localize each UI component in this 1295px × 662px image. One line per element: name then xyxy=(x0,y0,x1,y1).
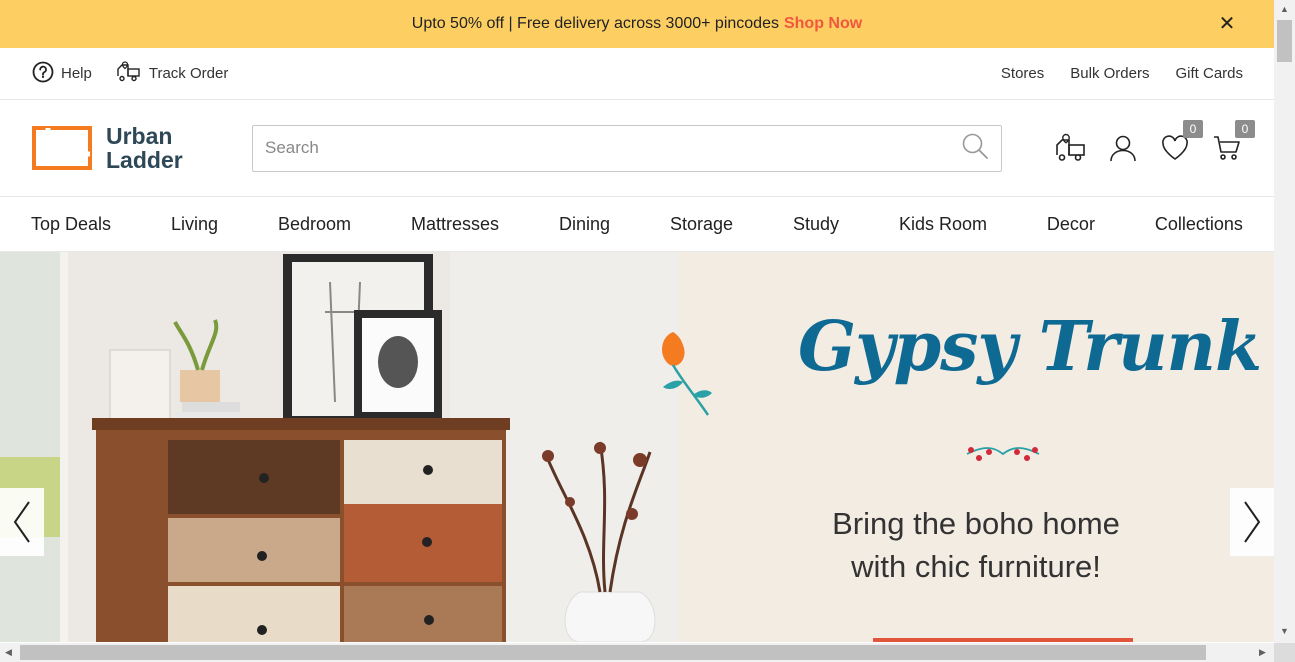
search-icon[interactable] xyxy=(961,132,989,165)
stores-link[interactable]: Stores xyxy=(1001,65,1044,82)
hero-banner-panel: Gypsy Trunk Bring the boho home with chi… xyxy=(662,252,1274,642)
nav-dining[interactable]: Dining xyxy=(559,214,610,235)
promo-text: Upto 50% off | Free delivery across 3000… xyxy=(411,15,779,32)
gift-cards-link[interactable]: Gift Cards xyxy=(1175,65,1243,82)
brand-title: Gypsy Trunk xyxy=(798,307,1262,387)
hero-tagline-line1: Bring the boho home xyxy=(832,506,1120,541)
close-promo-button[interactable]: ✕ xyxy=(1216,12,1238,35)
scroll-right-icon[interactable]: ▶ xyxy=(1259,647,1266,658)
help-link[interactable]: Help xyxy=(32,61,92,87)
search-input[interactable] xyxy=(265,138,961,158)
shop-now-link[interactable]: Shop Now xyxy=(784,15,862,33)
store-locator-button[interactable] xyxy=(1055,132,1087,164)
scroll-up-icon[interactable]: ▲ xyxy=(1280,4,1289,14)
carousel-prev-button[interactable] xyxy=(0,488,44,556)
nav-storage[interactable]: Storage xyxy=(670,214,733,235)
utility-bar: Help Track Order Stores Bulk Orders Gift… xyxy=(0,48,1274,100)
berry-decoration-icon xyxy=(966,447,1040,461)
logo-mark-icon xyxy=(32,126,92,170)
nav-kids-room[interactable]: Kids Room xyxy=(899,214,987,235)
horizontal-scroll-thumb[interactable] xyxy=(20,645,1206,660)
nav-bedroom[interactable]: Bedroom xyxy=(278,214,351,235)
cart-count-badge: 0 xyxy=(1235,120,1255,138)
user-icon xyxy=(1110,135,1136,162)
hero-cta-edge xyxy=(873,638,1133,642)
nav-decor[interactable]: Decor xyxy=(1047,214,1095,235)
logo-line1: Urban xyxy=(106,123,173,149)
vertical-scrollbar[interactable]: ▲ ▼ xyxy=(1274,0,1295,643)
chevron-right-icon xyxy=(1244,501,1261,543)
nav-mattresses[interactable]: Mattresses xyxy=(411,214,499,235)
hero-carousel[interactable]: Gypsy Trunk Bring the boho home with chi… xyxy=(0,252,1274,642)
flower-decoration-icon xyxy=(662,332,712,416)
chevron-left-icon xyxy=(13,501,30,543)
help-label: Help xyxy=(61,65,92,82)
track-order-label: Track Order xyxy=(148,65,229,82)
header: Urban Ladder 0 0 xyxy=(0,100,1274,197)
promo-bar: Upto 50% off | Free delivery across 3000… xyxy=(0,0,1274,48)
nav-study[interactable]: Study xyxy=(793,214,839,235)
nav-top-deals[interactable]: Top Deals xyxy=(31,214,111,235)
logo-line2: Ladder xyxy=(106,147,183,173)
truck-icon xyxy=(116,60,142,88)
nav-collections[interactable]: Collections xyxy=(1155,214,1243,235)
hero-product-image xyxy=(0,252,678,642)
wishlist-count-badge: 0 xyxy=(1183,120,1203,138)
track-order-link[interactable]: Track Order xyxy=(116,60,228,88)
help-icon xyxy=(32,61,54,87)
scroll-left-icon[interactable]: ◀ xyxy=(5,647,12,658)
category-nav: Top Deals Living Bedroom Mattresses Dini… xyxy=(0,197,1274,252)
carousel-next-button[interactable] xyxy=(1230,488,1274,556)
page: Upto 50% off | Free delivery across 3000… xyxy=(0,0,1274,643)
delivery-truck-icon xyxy=(1056,133,1085,161)
horizontal-scrollbar[interactable]: ◀ ▶ xyxy=(0,643,1274,662)
hero-tagline-line2: with chic furniture! xyxy=(851,549,1101,584)
profile-button[interactable] xyxy=(1107,132,1139,164)
cart-icon xyxy=(1214,136,1240,160)
scrollbar-corner xyxy=(1274,643,1295,662)
search-bar xyxy=(252,124,1002,172)
bulk-orders-link[interactable]: Bulk Orders xyxy=(1070,65,1149,82)
cart-button[interactable]: 0 xyxy=(1211,120,1255,164)
scroll-down-icon[interactable]: ▼ xyxy=(1280,626,1289,636)
heart-icon xyxy=(1162,135,1188,160)
vertical-scroll-thumb[interactable] xyxy=(1277,20,1292,62)
urban-ladder-logo[interactable]: Urban Ladder xyxy=(32,124,252,172)
wishlist-button[interactable]: 0 xyxy=(1159,120,1203,164)
nav-living[interactable]: Living xyxy=(171,214,218,235)
